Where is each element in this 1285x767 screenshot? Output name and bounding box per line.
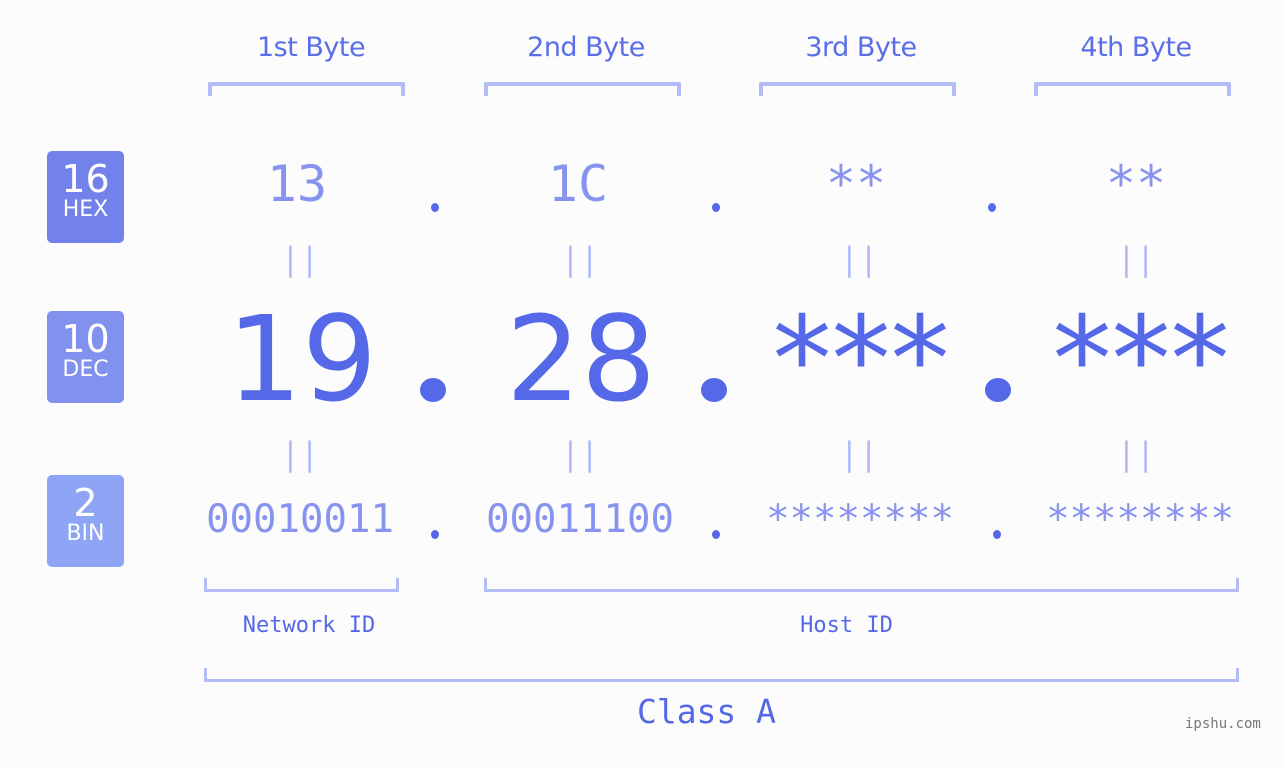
bin-badge-number: 2 — [73, 481, 98, 525]
bin-byte-2: 00011100 — [486, 497, 674, 542]
equals-hex-dec-4: || — [1116, 240, 1156, 278]
bin-separator-dot-2 — [712, 530, 720, 539]
dec-separator-dot-1 — [420, 378, 446, 402]
equals-dec-bin-2: || — [560, 435, 600, 473]
equals-hex-dec-2: || — [560, 240, 600, 278]
bin-byte-3: ******** — [766, 497, 954, 542]
dec-separator-dot-2 — [701, 378, 727, 402]
bin-badge: 2 BIN — [47, 475, 124, 567]
hex-badge-number: 16 — [61, 157, 110, 201]
hex-badge-label: HEX — [62, 197, 109, 222]
watermark: ipshu.com — [1185, 716, 1261, 732]
byte-header-4: 4th Byte — [1080, 32, 1192, 63]
hex-byte-1: 13 — [266, 155, 328, 213]
bin-byte-4: ******** — [1046, 497, 1234, 542]
hex-byte-3: ** — [825, 155, 887, 213]
dec-badge-label: DEC — [62, 357, 109, 382]
network-id-label: Network ID — [242, 613, 376, 638]
equals-hex-dec-1: || — [280, 240, 320, 278]
dec-byte-3: *** — [772, 290, 950, 428]
equals-dec-bin-4: || — [1116, 435, 1156, 473]
network-id-bracket — [204, 578, 399, 592]
byte-bracket-4 — [1034, 82, 1231, 96]
dec-badge: 10 DEC — [47, 311, 124, 403]
byte-header-3: 3rd Byte — [805, 32, 917, 63]
bin-separator-dot-3 — [993, 530, 1001, 539]
byte-bracket-2 — [484, 82, 681, 96]
bin-badge-label: BIN — [66, 521, 105, 546]
bin-byte-1: 00010011 — [206, 497, 394, 542]
dec-separator-dot-3 — [985, 378, 1011, 402]
dec-byte-1: 19 — [226, 290, 378, 428]
hex-separator-dot-3 — [988, 203, 996, 212]
byte-header-2: 2nd Byte — [527, 32, 645, 63]
class-bracket — [204, 668, 1239, 682]
host-id-bracket — [484, 578, 1239, 592]
byte-bracket-1 — [208, 82, 405, 96]
class-label: Class A — [636, 692, 777, 731]
hex-separator-dot-1 — [431, 203, 439, 212]
equals-dec-bin-3: || — [839, 435, 879, 473]
byte-bracket-3 — [759, 82, 956, 96]
equals-hex-dec-3: || — [839, 240, 879, 278]
byte-header-1: 1st Byte — [256, 32, 366, 63]
hex-separator-dot-2 — [712, 203, 720, 212]
dec-byte-2: 28 — [505, 290, 657, 428]
hex-byte-2: 1C — [547, 155, 609, 213]
dec-badge-number: 10 — [61, 317, 110, 361]
bin-separator-dot-1 — [431, 530, 439, 539]
hex-byte-4: ** — [1105, 155, 1167, 213]
host-id-label: Host ID — [800, 613, 893, 638]
dec-byte-4: *** — [1052, 290, 1230, 428]
equals-dec-bin-1: || — [280, 435, 320, 473]
hex-badge: 16 HEX — [47, 151, 124, 243]
